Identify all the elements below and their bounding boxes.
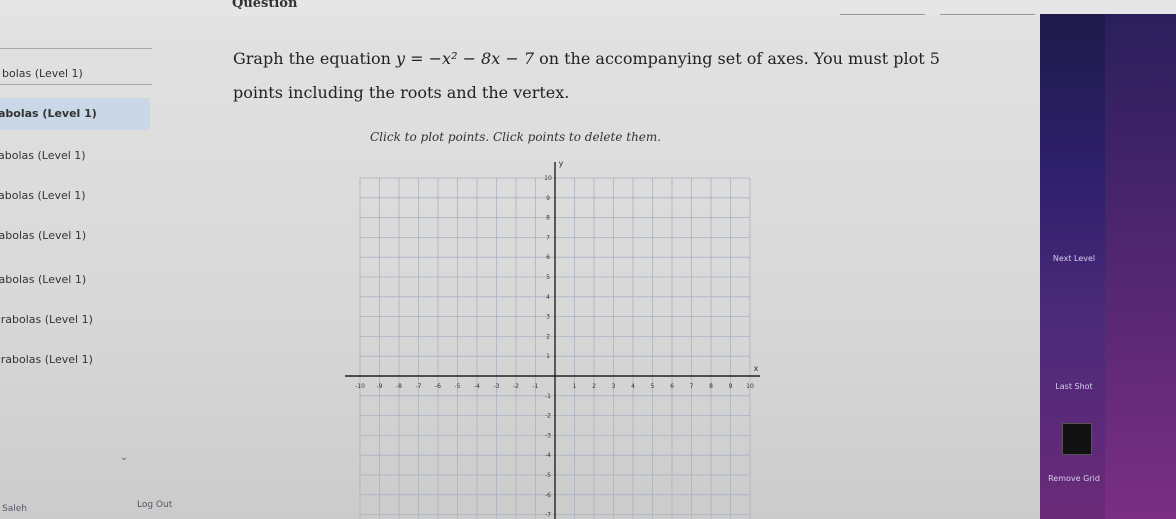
x-tick-label: 8 <box>709 383 713 390</box>
sidebar-item[interactable]: bolas (Level 1) <box>2 58 154 90</box>
top-field[interactable] <box>940 0 1035 15</box>
right-edge <box>1105 14 1176 519</box>
x-tick-label: -8 <box>396 383 402 390</box>
y-tick-label: 6 <box>546 254 550 261</box>
y-tick-label: -2 <box>545 413 551 420</box>
x-tick-label: -3 <box>494 383 500 390</box>
x-tick-label: -10 <box>355 383 365 390</box>
x-tick-label: -9 <box>377 383 383 390</box>
x-tick-label: 5 <box>651 383 655 390</box>
y-tick-label: 4 <box>546 294 550 301</box>
prompt-text: Graph the equation <box>233 49 397 68</box>
y-tick-label: 3 <box>546 314 550 321</box>
x-tick-label: -1 <box>533 383 539 390</box>
sidebar-item[interactable]: abolas (Level 1) <box>0 140 150 172</box>
y-tick-label: 9 <box>546 195 550 202</box>
sidebar: bolas (Level 1) abolas (Level 1) abolas (L… <box>0 40 160 519</box>
page: Question bolas (Level 1) abolas (Level 1)… <box>0 0 1176 519</box>
user-name: Saleh <box>2 504 27 514</box>
x-tick-label: -7 <box>416 383 422 390</box>
prompt-text: on the accompanying set of axes. You mus… <box>534 49 940 68</box>
x-tick-label: -5 <box>455 383 461 390</box>
x-tick-label: -6 <box>435 383 441 390</box>
x-tick-label: -2 <box>513 383 519 390</box>
y-tick-label: -4 <box>545 452 551 459</box>
y-tick-label: 2 <box>546 333 550 340</box>
sidebar-item[interactable]: rabolas (Level 1) <box>0 264 146 296</box>
sidebar-divider <box>0 48 152 49</box>
y-tick-label: 8 <box>546 215 550 222</box>
x-tick-label: 4 <box>631 383 635 390</box>
y-tick-label: -1 <box>545 393 551 400</box>
y-tick-label: -3 <box>545 432 551 439</box>
y-axis-label: y <box>559 159 564 168</box>
y-tick-label: 1 <box>546 353 550 360</box>
instruction-text: Click to plot points. Click points to de… <box>370 130 662 144</box>
sidebar-item[interactable]: rabolas (Level 1) <box>0 220 146 252</box>
sidebar-item[interactable]: abolas (Level 1) <box>0 180 150 212</box>
top-field[interactable] <box>840 0 925 15</box>
x-tick-label: -4 <box>474 383 480 390</box>
y-tick-label: 10 <box>544 175 552 182</box>
equation: y = −x² − 8x − 7 <box>396 49 535 68</box>
sidebar-item[interactable]: arabolas (Level 1) <box>0 304 146 336</box>
chevron-down-icon[interactable]: ⌄ <box>120 452 128 463</box>
question-header: Question <box>232 0 298 11</box>
panel-thumbnail[interactable] <box>1062 423 1092 455</box>
x-tick-label: 10 <box>746 383 754 390</box>
sidebar-item[interactable]: abolas (Level 1) <box>0 98 150 130</box>
y-tick-label: -7 <box>545 512 551 519</box>
coordinate-grid[interactable]: x y -10 -9 -8 -7 -6 -5 -4 -3 -2 -1 1 2 3 4 5 6 7 8 9 10 10 9 8 7 6… <box>345 158 765 519</box>
y-tick-label: -5 <box>545 472 551 479</box>
panel-label[interactable]: Next Level <box>1044 254 1104 263</box>
sidebar-item[interactable]: arabolas (Level 1) <box>0 344 146 376</box>
x-tick-label: 7 <box>690 383 694 390</box>
prompt-text: points including the roots and the verte… <box>233 83 570 102</box>
x-tick-label: 1 <box>573 383 577 390</box>
x-tick-label: 9 <box>729 383 733 390</box>
x-tick-label: 6 <box>670 383 674 390</box>
panel-label[interactable]: Remove Grid <box>1044 474 1104 483</box>
question-prompt: Graph the equation y = −x² − 8x − 7 on t… <box>233 42 1003 110</box>
x-axis-label: x <box>754 364 759 373</box>
y-tick-label: -6 <box>545 492 551 499</box>
y-tick-label: 7 <box>546 234 550 241</box>
y-tick-label: 5 <box>546 274 550 281</box>
x-tick-label: 3 <box>612 383 616 390</box>
panel-label[interactable]: Last Shot <box>1044 382 1104 391</box>
logout-link[interactable]: Log Out <box>137 500 172 510</box>
x-tick-label: 2 <box>592 383 596 390</box>
